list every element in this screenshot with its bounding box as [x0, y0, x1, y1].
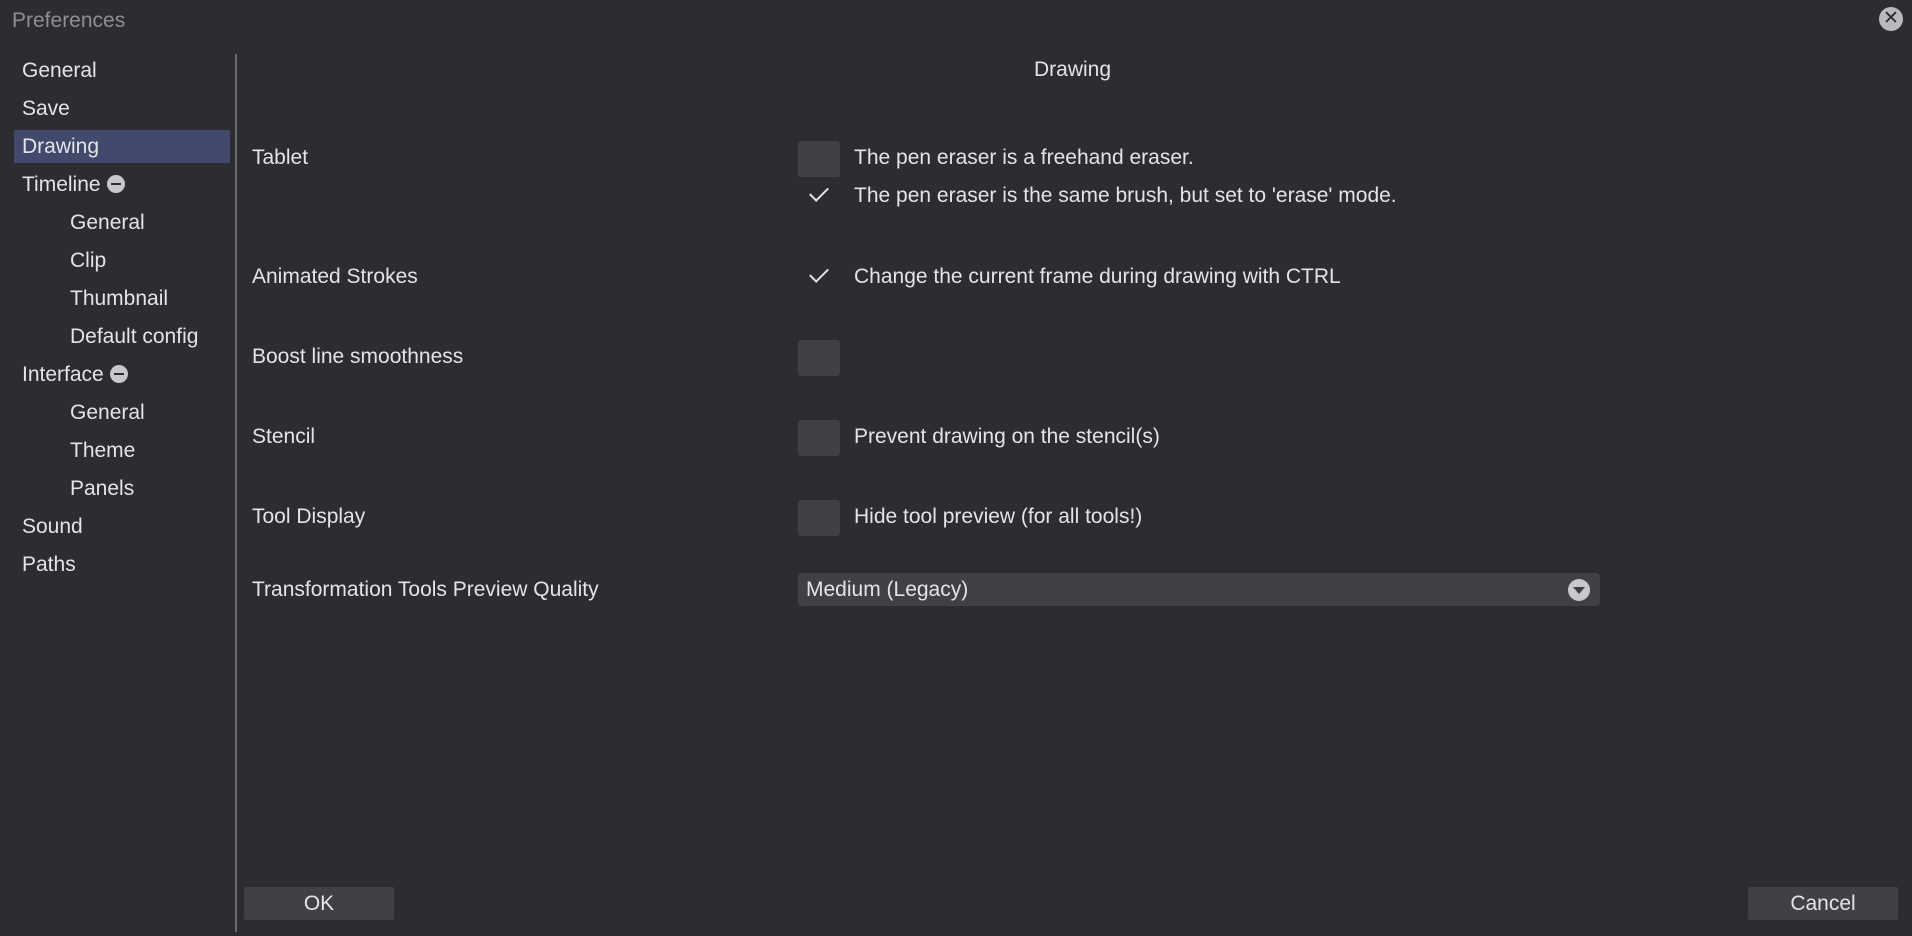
same-brush-eraser-text: The pen eraser is the same brush, but se…: [854, 184, 1397, 207]
sidebar-item-interface-theme[interactable]: Theme: [62, 434, 230, 467]
sidebar-item-label: Clip: [70, 249, 107, 272]
animated-strokes-checkbox[interactable]: [798, 260, 840, 296]
sidebar-divider: [235, 54, 237, 932]
same-brush-eraser-checkbox[interactable]: [798, 179, 840, 215]
sidebar-item-paths[interactable]: Paths: [14, 548, 230, 581]
sidebar-item-timeline-thumbnail[interactable]: Thumbnail: [62, 282, 230, 315]
checkmark-icon: [809, 182, 829, 202]
sidebar-item-timeline[interactable]: Timeline: [14, 168, 230, 201]
sidebar-item-label: Panels: [70, 477, 135, 500]
sidebar-item-label: Theme: [70, 439, 136, 462]
sidebar-item-label: Default config: [70, 325, 199, 348]
stencil-label: Stencil: [252, 425, 316, 448]
sidebar-item-label: Paths: [22, 553, 76, 576]
stencil-checkbox[interactable]: [798, 420, 840, 456]
sidebar-item-label: Thumbnail: [70, 287, 169, 310]
sidebar-item-timeline-general[interactable]: General: [62, 206, 230, 239]
freehand-eraser-checkbox[interactable]: [798, 141, 840, 177]
transformation-quality-select[interactable]: Medium (Legacy): [798, 573, 1600, 606]
sidebar-item-label: Interface: [22, 363, 104, 386]
sidebar-item-label: Timeline: [22, 173, 101, 196]
collapse-icon[interactable]: [109, 365, 128, 383]
animated-strokes-text: Change the current frame during drawing …: [854, 265, 1341, 288]
preferences-window: Preferences ✕ General Save Drawing Timel…: [0, 0, 1912, 936]
title-bar: Preferences ✕: [0, 0, 1912, 40]
close-icon[interactable]: ✕: [1879, 7, 1903, 31]
chevron-down-icon: [1568, 579, 1590, 601]
sidebar-item-general[interactable]: General: [14, 54, 230, 87]
sidebar-item-save[interactable]: Save: [14, 92, 230, 125]
select-value: Medium (Legacy): [806, 578, 969, 601]
sidebar-item-interface-panels[interactable]: Panels: [62, 472, 230, 505]
boost-line-smoothness-checkbox[interactable]: [798, 340, 840, 376]
transformation-quality-label: Transformation Tools Preview Quality: [252, 578, 599, 601]
tool-display-checkbox[interactable]: [798, 500, 840, 536]
sidebar-item-label: Save: [22, 97, 70, 120]
tool-display-text: Hide tool preview (for all tools!): [854, 505, 1143, 528]
cancel-button[interactable]: Cancel: [1748, 887, 1898, 920]
sidebar-item-interface-general[interactable]: General: [62, 396, 230, 429]
ok-button[interactable]: OK: [244, 887, 394, 920]
sidebar-item-sound[interactable]: Sound: [14, 510, 230, 543]
sidebar-item-label: Sound: [22, 515, 83, 538]
section-title: Drawing: [1033, 58, 1112, 81]
sidebar-item-label: General: [70, 401, 145, 424]
tablet-label: Tablet: [252, 146, 309, 169]
tool-display-label: Tool Display: [252, 505, 366, 528]
sidebar-item-label: General: [70, 211, 145, 234]
window-title: Preferences: [12, 9, 126, 32]
checkmark-icon: [809, 263, 829, 283]
sidebar-item-timeline-clip[interactable]: Clip: [62, 244, 230, 277]
freehand-eraser-text: The pen eraser is a freehand eraser.: [854, 146, 1194, 169]
sidebar-item-timeline-default-config[interactable]: Default config: [62, 320, 230, 353]
sidebar-item-interface[interactable]: Interface: [14, 358, 230, 391]
animated-strokes-label: Animated Strokes: [252, 265, 418, 288]
sidebar-item-drawing[interactable]: Drawing: [14, 130, 230, 163]
stencil-text: Prevent drawing on the stencil(s): [854, 425, 1160, 448]
collapse-icon[interactable]: [106, 175, 125, 193]
boost-line-smoothness-label: Boost line smoothness: [252, 345, 464, 368]
sidebar-item-label: General: [22, 59, 97, 82]
sidebar-item-label: Drawing: [22, 135, 100, 158]
